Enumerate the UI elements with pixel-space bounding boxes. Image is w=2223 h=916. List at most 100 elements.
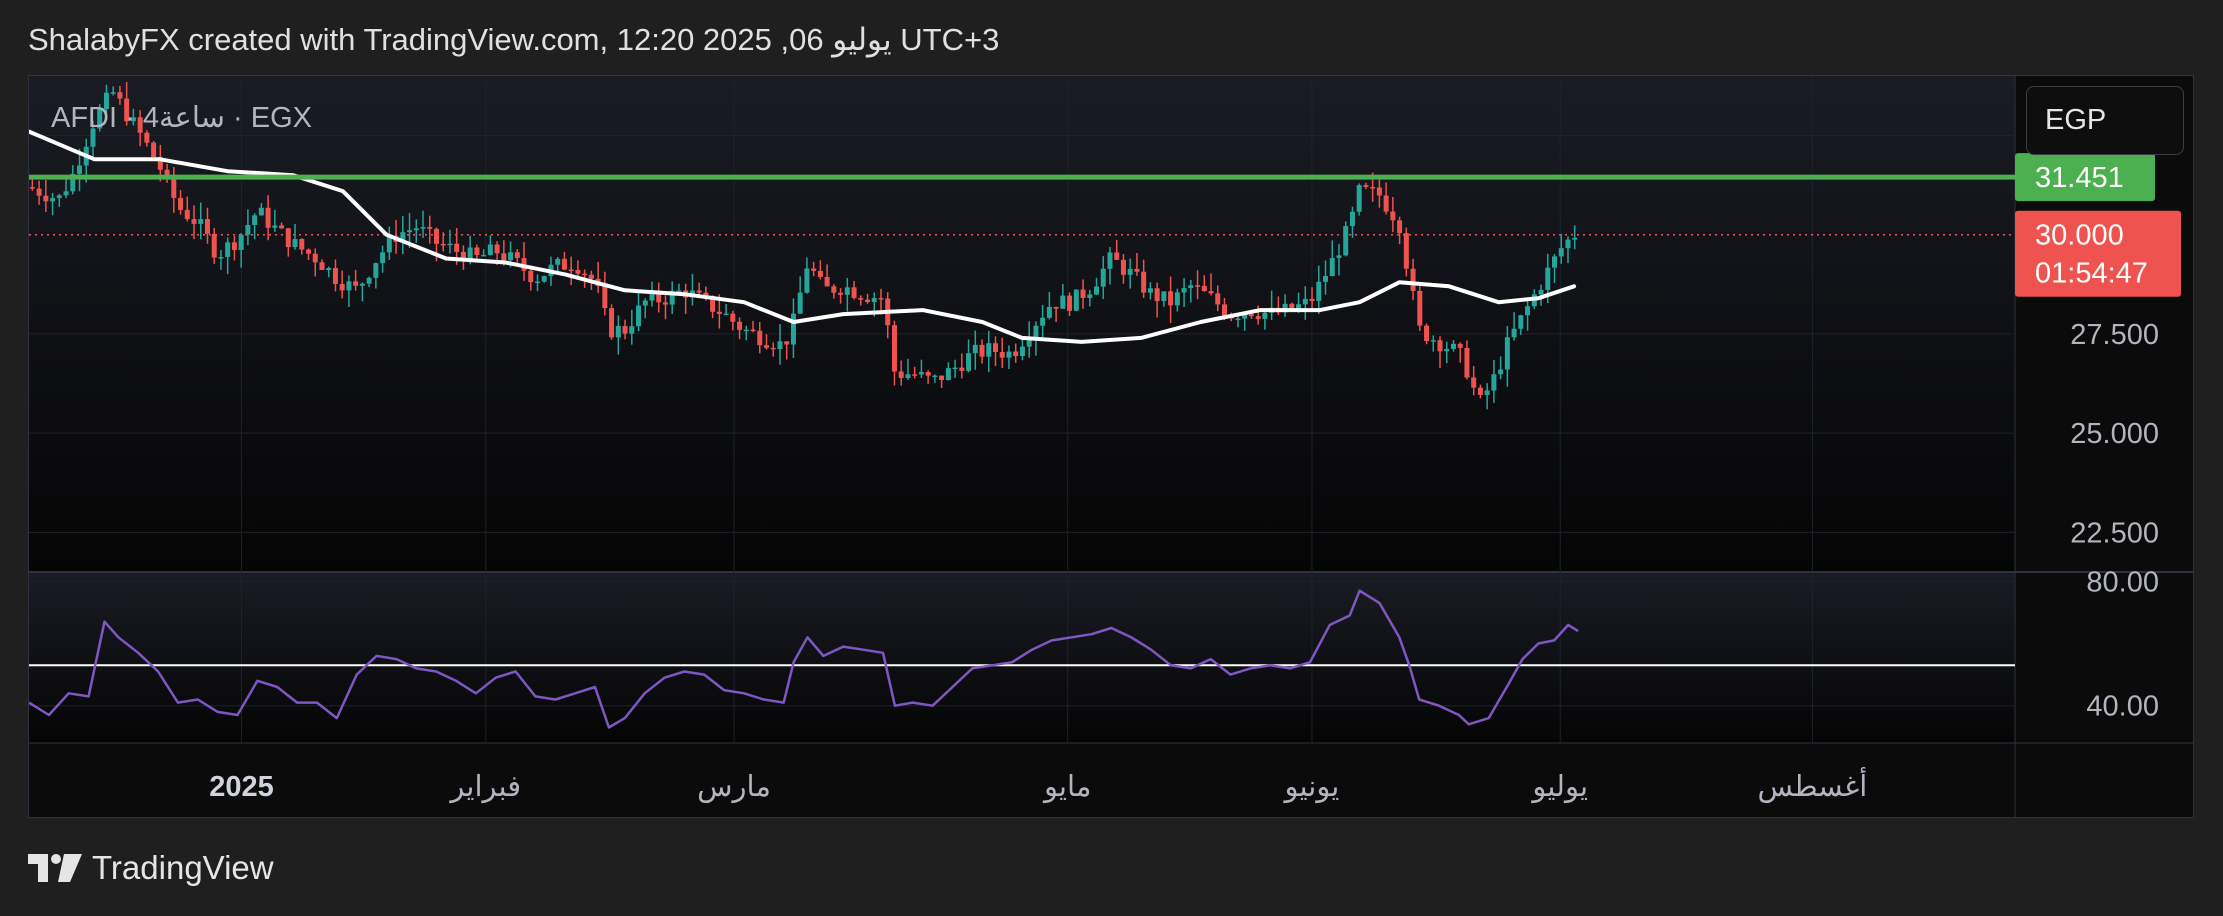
candle-body (811, 268, 817, 271)
y-tick-label: 25.000 (2070, 418, 2159, 450)
candle-body (777, 341, 783, 350)
candle-body (730, 313, 736, 322)
candle-body (1134, 268, 1140, 272)
candle-body (326, 268, 332, 271)
candle-body (1053, 306, 1059, 309)
candle-body (332, 268, 338, 284)
candle-body (1262, 312, 1268, 319)
candle-body (1060, 295, 1066, 309)
candle-body (1080, 289, 1086, 298)
chart-container[interactable]: 2025فبرايرمارسمايويونيويوليوأغسطس32.5002… (28, 75, 2194, 818)
candle-body (1363, 185, 1369, 187)
candle-body (1141, 271, 1147, 293)
candle-body (1235, 318, 1241, 321)
candle-body (1013, 351, 1019, 356)
candle-body (447, 243, 453, 246)
candle-body (817, 270, 823, 277)
candle-body (514, 252, 520, 258)
candle-body (575, 269, 581, 274)
candle-body (1430, 340, 1436, 342)
candle-body (945, 368, 951, 381)
candle-body (272, 225, 278, 228)
candle-body (433, 228, 439, 244)
rsi-y-tick-label: 40.00 (2086, 691, 2159, 723)
candle-body (1127, 268, 1133, 275)
candle-body (178, 197, 184, 210)
candle-body (1417, 290, 1423, 326)
candle-body (306, 249, 312, 254)
price-pane-background (29, 76, 2015, 572)
candle-body (285, 228, 291, 248)
candle-body (979, 344, 985, 357)
candle-body (757, 330, 763, 346)
candle-body (1498, 369, 1504, 375)
candle-body (831, 286, 837, 293)
candle-body (609, 308, 615, 338)
candle-body (737, 321, 743, 330)
candle-body (440, 243, 446, 246)
candle-body (151, 142, 157, 158)
candle-body (1067, 295, 1073, 311)
candle-body (63, 191, 69, 196)
candle-body (1073, 289, 1079, 311)
currency-button[interactable]: EGP (2026, 86, 2184, 155)
candle-body (1040, 317, 1046, 326)
candle-body (1477, 387, 1483, 395)
candle-body (1174, 292, 1180, 306)
candle-body (1403, 233, 1409, 269)
chart-canvas[interactable]: 2025فبرايرمارسمايويونيويوليوأغسطس32.5002… (29, 76, 2194, 818)
x-tick-label: 2025 (209, 771, 274, 803)
candle-body (494, 244, 500, 254)
candle-body (851, 287, 857, 298)
candle-body (1147, 288, 1153, 293)
candle-body (1457, 343, 1463, 348)
candle-body (1464, 347, 1470, 378)
candle-body (312, 253, 318, 263)
candle-body (1376, 187, 1382, 196)
x-tick-label: مايو (1042, 771, 1091, 804)
candle-body (258, 207, 264, 216)
candle-body (413, 228, 419, 231)
candle-body (528, 270, 534, 283)
candle-body (1410, 268, 1416, 291)
candle-body (952, 367, 958, 370)
candle-body (474, 247, 480, 255)
candle-body (662, 302, 668, 305)
candle-body (723, 313, 729, 316)
candle-body (696, 290, 702, 293)
candle-body (481, 254, 487, 257)
candle-body (1484, 390, 1490, 395)
candle-body (1087, 294, 1093, 298)
candle-body (582, 273, 588, 276)
candle-body (939, 375, 945, 381)
x-tick-label: يونيو (1283, 771, 1340, 804)
candle-body (1208, 291, 1214, 294)
candle-body (110, 92, 116, 94)
candle-body (568, 269, 574, 272)
candle-body (1370, 186, 1376, 189)
candle-body (804, 268, 810, 293)
candle-body (844, 287, 850, 295)
candle-body (602, 286, 608, 309)
candle-body (629, 326, 635, 334)
candle-body (1215, 293, 1221, 305)
candle-body (1504, 337, 1510, 370)
candle-body (1511, 328, 1517, 338)
candle-body (992, 343, 998, 352)
candle-body (346, 281, 352, 291)
candle-body (1181, 288, 1187, 293)
tradingview-logo[interactable]: TradingView (28, 849, 274, 887)
candle-body (299, 239, 305, 250)
candle-body (1006, 351, 1012, 358)
candle-body (501, 253, 507, 261)
candle-body (1383, 195, 1389, 212)
candle-body (204, 219, 210, 234)
candle-body (319, 262, 325, 271)
candle-body (838, 292, 844, 295)
candle-body (1356, 185, 1362, 212)
candle-body (1424, 325, 1430, 342)
candle-body (1390, 211, 1396, 221)
candle-body (29, 187, 35, 189)
x-tick-label: يوليو (1530, 771, 1588, 804)
candle-body (1201, 285, 1207, 292)
